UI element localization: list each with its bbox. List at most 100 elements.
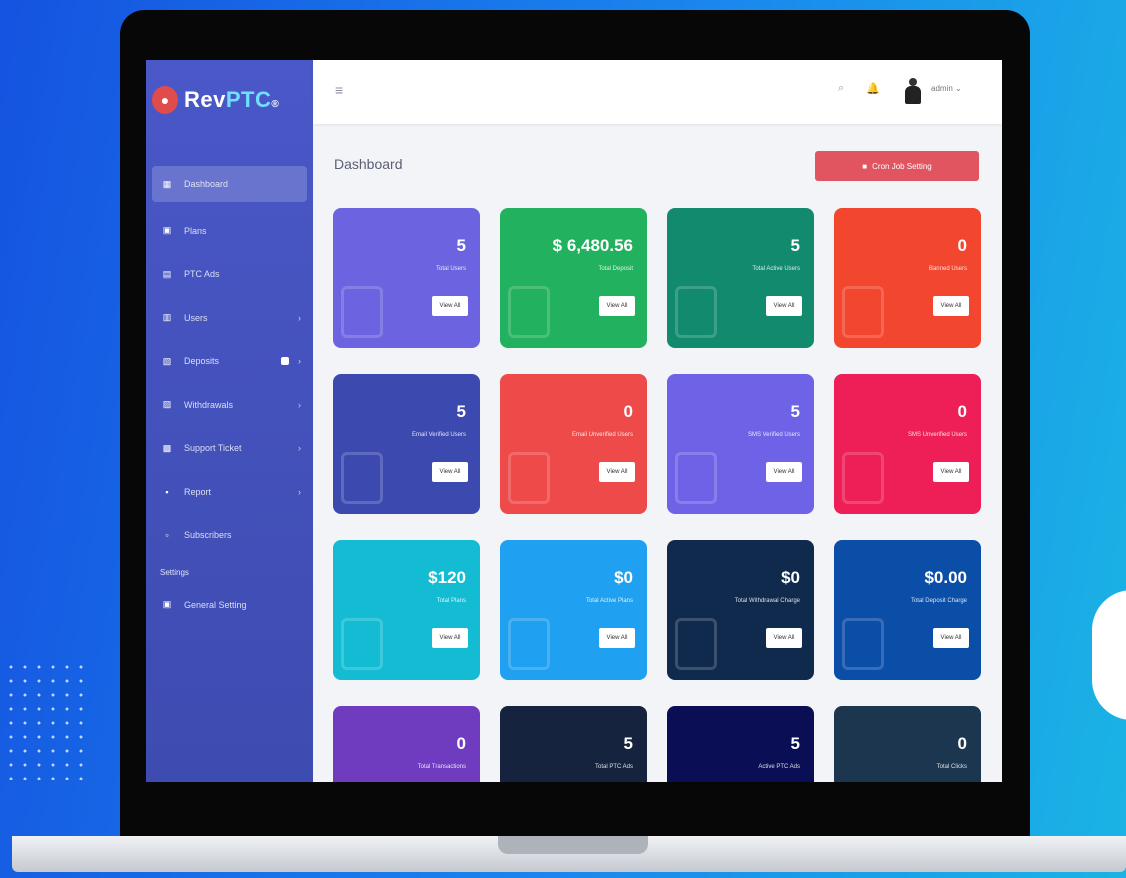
brand-logo[interactable]: ● RevPTC® <box>152 80 279 120</box>
stat-value: $ 6,480.56 <box>552 236 633 255</box>
topbar: ≡ ⌕ 🔔 admin ⌄ <box>313 60 1002 124</box>
sidebar-item-label: Support Ticket <box>184 443 242 454</box>
stat-label: Active PTC Ads <box>758 764 800 770</box>
stat-value: 5 <box>790 734 800 753</box>
stat-value: $120 <box>428 568 466 587</box>
stat-value: 0 <box>957 236 967 255</box>
stat-label: Total Active Users <box>752 266 800 272</box>
sidebar-item-label: Plans <box>184 225 207 236</box>
stat-value: 5 <box>790 236 800 255</box>
view-all-button[interactable]: View All <box>432 628 468 648</box>
avatar[interactable] <box>903 78 923 106</box>
bell-icon[interactable]: 🔔 <box>866 82 880 95</box>
sidebar-item[interactable]: ▨ Withdrawals › <box>146 383 313 427</box>
sidebar-item[interactable]: ▥ Users › <box>146 296 313 340</box>
stat-label: Total Plans <box>436 598 466 604</box>
sidebar-item[interactable]: ▫ Subscribers <box>146 514 313 558</box>
view-all-button[interactable]: View All <box>599 628 635 648</box>
sidebar-item[interactable]: ▦ Dashboard <box>152 166 307 202</box>
sidebar-item-label: Subscribers <box>184 530 232 541</box>
sidebar-item-label: General Setting <box>184 599 247 610</box>
sidebar-menu: ▦ Dashboard ▣ Plans ▤ PTC Ads ▥ Users › ▧ Deposits… <box>146 166 313 627</box>
stat-card: $0 Total Active Plans View All <box>500 540 647 680</box>
decorative-shape <box>1092 590 1126 720</box>
sidebar-item-label: PTC Ads <box>184 269 220 280</box>
stat-value: $0 <box>781 568 800 587</box>
laptop-notch <box>498 836 648 854</box>
stat-card: 0 SMS Unverified Users View All <box>834 374 981 514</box>
admin-dropdown[interactable]: admin ⌄ <box>931 84 962 93</box>
stat-label: SMS Verified Users <box>747 432 800 438</box>
sidebar-item[interactable]: ▪ Report › <box>146 470 313 514</box>
sidebar-item[interactable]: ▤ PTC Ads <box>146 253 313 297</box>
stat-value: 5 <box>790 402 800 421</box>
logo-text: RevPTC® <box>184 87 280 112</box>
stat-card: 5 Email Verified Users View All <box>333 374 480 514</box>
view-all-button[interactable]: View All <box>599 462 635 482</box>
menu-icon: ▫ <box>165 530 169 541</box>
sidebar-item-label: Report <box>184 486 212 497</box>
card-bg-icon <box>508 286 550 338</box>
stat-card: 5 Total Users View All <box>333 208 480 348</box>
chevron-right-icon: › <box>298 399 301 410</box>
card-bg-icon <box>508 618 550 670</box>
card-bg-icon <box>508 452 550 504</box>
app-screen: ● RevPTC® ▦ Dashboard ▣ Plans ▤ PTC Ads ▥ Users… <box>146 60 1002 782</box>
view-all-button[interactable]: View All <box>432 296 468 316</box>
stat-label: Total Clicks <box>936 764 967 770</box>
stat-value: 0 <box>957 402 967 421</box>
cron-job-button[interactable]: ■ Cron Job Setting <box>815 151 979 181</box>
stat-label: Email Unverified Users <box>571 432 633 438</box>
decorative-dots <box>4 660 84 780</box>
stat-card: 0 Banned Users View All <box>834 208 981 348</box>
stat-label: Total Withdrawal Charge <box>734 598 800 604</box>
sidebar-item-label: Deposits <box>184 356 220 367</box>
stat-card: 5Total PTC AdsView All <box>500 706 647 782</box>
sidebar-item[interactable]: ▧ Deposits › <box>146 340 313 384</box>
stat-label: Banned Users <box>928 266 967 272</box>
view-all-button[interactable]: View All <box>766 296 802 316</box>
stat-value: $0 <box>614 568 633 587</box>
logo-icon: ● <box>152 86 178 114</box>
sidebar-item[interactable]: ▣ General Setting <box>146 583 313 627</box>
sidebar-section-label: Settings <box>160 568 189 577</box>
sidebar-item[interactable]: ▩ Support Ticket › <box>146 427 313 471</box>
stat-card: $ 6,480.56 Total Deposit View All <box>500 208 647 348</box>
card-bg-icon <box>675 618 717 670</box>
view-all-button[interactable]: View All <box>933 628 969 648</box>
stat-card: 0Total ClicksView All <box>834 706 981 782</box>
view-all-button[interactable]: View All <box>432 462 468 482</box>
search-icon[interactable]: ⌕ <box>838 82 844 95</box>
menu-icon: ▩ <box>162 442 172 453</box>
stat-label: Total Deposit <box>598 266 633 272</box>
view-all-button[interactable]: View All <box>766 628 802 648</box>
stat-card: 5 SMS Verified Users View All <box>667 374 814 514</box>
view-all-button[interactable]: View All <box>766 462 802 482</box>
menu-icon: ▪ <box>165 486 169 497</box>
card-bg-icon <box>341 286 383 338</box>
view-all-button[interactable]: View All <box>933 296 969 316</box>
chevron-right-icon: › <box>298 312 301 323</box>
menu-icon[interactable]: ≡ <box>335 82 343 98</box>
stat-label: Total Users <box>435 266 466 272</box>
view-all-button[interactable]: View All <box>599 296 635 316</box>
stat-label: Total PTC Ads <box>594 764 633 770</box>
chevron-right-icon: › <box>298 443 301 454</box>
stat-value: 5 <box>623 734 633 753</box>
stat-value: $0.00 <box>924 568 967 587</box>
card-bg-icon <box>675 452 717 504</box>
card-bg-icon <box>341 618 383 670</box>
stat-label: SMS Unverified Users <box>907 432 967 438</box>
stat-card: $0.00 Total Deposit Charge View All <box>834 540 981 680</box>
page-title: Dashboard <box>334 156 403 172</box>
menu-icon: ▣ <box>162 599 172 610</box>
card-bg-icon <box>341 452 383 504</box>
sidebar-item-label: Withdrawals <box>184 399 234 410</box>
sidebar-item-label: Users <box>184 312 208 323</box>
menu-icon: ▣ <box>162 225 172 236</box>
menu-icon: ▤ <box>162 268 172 279</box>
sidebar-item[interactable]: ▣ Plans <box>146 209 313 253</box>
stat-value: 0 <box>957 734 967 753</box>
notification-badge <box>281 357 289 366</box>
view-all-button[interactable]: View All <box>933 462 969 482</box>
